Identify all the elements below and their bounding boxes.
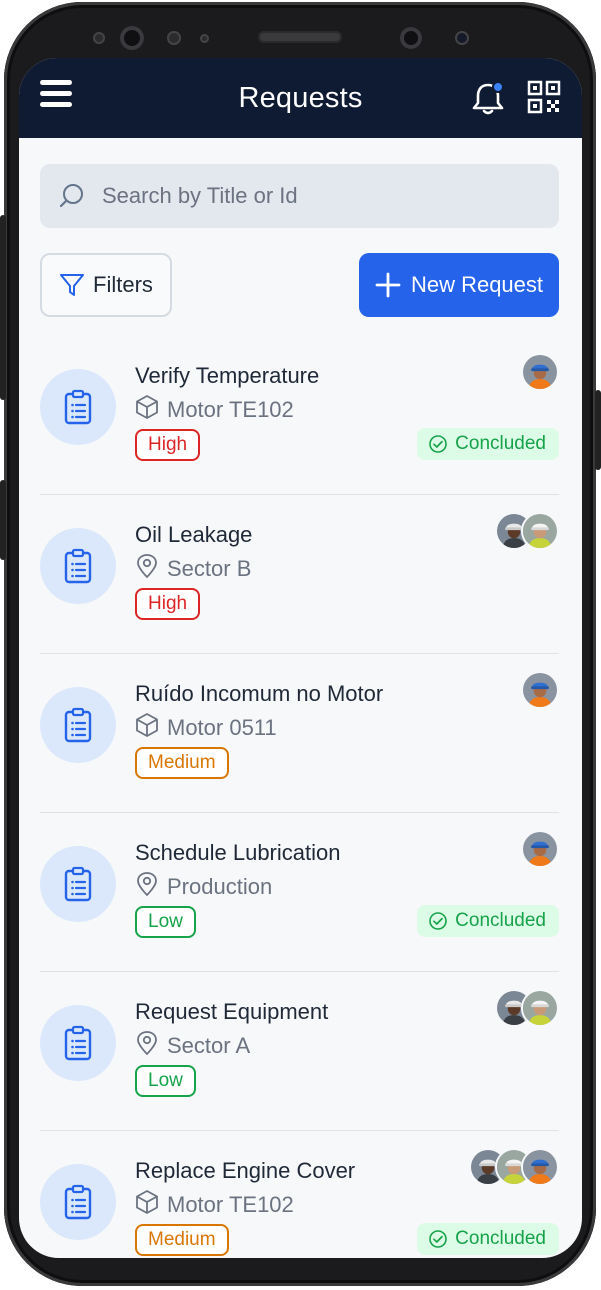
avatar xyxy=(521,671,559,709)
priority-badge: Medium xyxy=(135,1224,229,1256)
priority-badge: Low xyxy=(135,1065,196,1097)
request-location: Motor TE102 xyxy=(135,1189,294,1221)
side-button xyxy=(0,480,6,560)
clipboard-icon xyxy=(40,1005,116,1081)
clipboard-icon xyxy=(40,687,116,763)
box-icon xyxy=(135,712,159,744)
box-icon xyxy=(135,1189,159,1221)
volume-button xyxy=(0,215,6,400)
request-title: Ruído Incomum no Motor xyxy=(135,681,384,706)
assignee-avatars xyxy=(469,1148,559,1186)
app-bar: Requests xyxy=(19,58,582,138)
filter-icon xyxy=(60,274,85,296)
request-title: Request Equipment xyxy=(135,999,329,1024)
check-circle-icon xyxy=(428,911,448,931)
search-icon xyxy=(59,184,83,208)
request-list-item[interactable]: Verify Temperature Motor TE102 High Conc… xyxy=(40,336,559,495)
front-camera xyxy=(400,27,422,49)
earpiece-speaker xyxy=(258,31,342,43)
qr-code-icon xyxy=(527,80,561,114)
assignee-avatars xyxy=(521,353,559,391)
priority-badge: Medium xyxy=(135,747,229,779)
location-label: Motor TE102 xyxy=(167,397,294,422)
map-pin-icon xyxy=(135,871,159,903)
request-location: Motor 0511 xyxy=(135,712,277,744)
location-label: Motor TE102 xyxy=(167,1192,294,1217)
request-list-item[interactable]: Replace Engine Cover Motor TE102 Medium … xyxy=(40,1131,559,1258)
request-list-item[interactable]: Oil Leakage Sector B High xyxy=(40,495,559,654)
avatar xyxy=(521,512,559,550)
new-request-button[interactable]: New Request xyxy=(359,253,559,317)
assignee-avatars xyxy=(521,830,559,868)
request-location: Sector A xyxy=(135,1030,250,1062)
status-badge: Concluded xyxy=(417,428,559,460)
power-button xyxy=(595,390,601,470)
status-label: Concluded xyxy=(455,910,546,931)
status-label: Concluded xyxy=(455,1228,546,1249)
qr-scan-button[interactable] xyxy=(527,80,561,114)
status-badge: Concluded xyxy=(417,1223,559,1255)
assignee-avatars xyxy=(495,512,559,550)
location-label: Sector B xyxy=(167,556,252,581)
clipboard-icon xyxy=(40,846,116,922)
request-location: Motor TE102 xyxy=(135,394,294,426)
priority-badge: High xyxy=(135,588,201,620)
avatar xyxy=(521,830,559,868)
app-screen: Requests Search by Title or Id Filters N… xyxy=(19,58,582,1258)
new-request-label: New Request xyxy=(410,272,544,297)
box-icon xyxy=(135,394,159,426)
clipboard-icon xyxy=(40,528,116,604)
avatar xyxy=(521,989,559,1027)
map-pin-icon xyxy=(135,1030,159,1062)
request-location: Sector B xyxy=(135,553,251,585)
bell-icon xyxy=(472,81,504,115)
request-title: Oil Leakage xyxy=(135,522,253,547)
status-badge: Concluded xyxy=(417,905,559,937)
location-label: Production xyxy=(167,874,273,899)
check-circle-icon xyxy=(428,434,448,454)
priority-badge: High xyxy=(135,429,201,461)
filters-label: Filters xyxy=(93,272,153,297)
request-list-item[interactable]: Schedule Lubrication Production Low Conc… xyxy=(40,813,559,972)
request-title: Replace Engine Cover xyxy=(135,1158,356,1183)
assignee-avatars xyxy=(521,671,559,709)
plus-icon xyxy=(375,272,401,298)
request-list: Verify Temperature Motor TE102 High Conc… xyxy=(40,336,559,1258)
request-list-item[interactable]: Request Equipment Sector A Low xyxy=(40,972,559,1131)
priority-badge: Low xyxy=(135,906,196,938)
check-circle-icon xyxy=(428,1229,448,1249)
clipboard-icon xyxy=(40,369,116,445)
status-label: Concluded xyxy=(455,433,546,454)
hamburger-icon xyxy=(40,80,72,85)
location-label: Motor 0511 xyxy=(167,715,277,740)
location-label: Sector A xyxy=(167,1033,251,1058)
clipboard-icon xyxy=(40,1164,116,1240)
map-pin-icon xyxy=(135,553,159,585)
filters-button[interactable]: Filters xyxy=(40,253,172,317)
request-location: Production xyxy=(135,871,272,903)
request-title: Verify Temperature xyxy=(135,363,320,388)
notifications-button[interactable] xyxy=(471,80,505,116)
assignee-avatars xyxy=(495,989,559,1027)
avatar xyxy=(521,353,559,391)
menu-button[interactable] xyxy=(40,80,72,114)
search-bar[interactable] xyxy=(40,164,559,228)
avatar xyxy=(521,1148,559,1186)
request-title: Schedule Lubrication xyxy=(135,840,341,865)
request-list-item[interactable]: Ruído Incomum no Motor Motor 0511 Medium xyxy=(40,654,559,813)
search-input[interactable] xyxy=(102,183,502,209)
page-title: Requests xyxy=(238,81,363,114)
sensor-bar xyxy=(0,0,601,60)
